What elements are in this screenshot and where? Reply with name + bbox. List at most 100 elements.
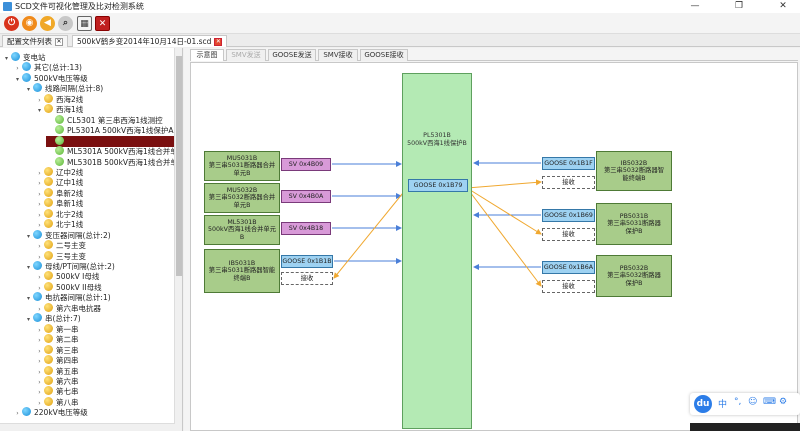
right-device-3[interactable]: PB5032B 第三串5032断路器保护B	[596, 255, 672, 297]
tree-item-label: ML5301A 500kV西海1线合并单	[67, 147, 178, 157]
tree-item[interactable]: ML5301B 500kV西海1线合并单	[46, 156, 178, 168]
close-button[interactable]: ✕	[768, 0, 798, 13]
tree-item-label: 阜新1线	[56, 199, 84, 209]
recv-port-right-1[interactable]: 接收	[542, 176, 595, 189]
minimize-button[interactable]: —	[680, 0, 710, 13]
emoji-icon[interactable]: ☺	[748, 397, 757, 407]
maximize-button[interactable]: ❐	[724, 0, 754, 13]
tree-item[interactable]: › 第六串电抗器	[35, 302, 101, 314]
sv-port-2[interactable]: SV 0x4B0A	[281, 190, 331, 203]
tree-item[interactable]: PL5301A 500kV西海1线保护A	[46, 125, 174, 136]
goose-port-right-2[interactable]: GOOSE 0x1B69	[542, 209, 595, 222]
tree-item[interactable]: › 其它(总计:13)	[13, 62, 82, 73]
right-device-2[interactable]: PB5031B 第三串5031断路器保护B	[596, 203, 672, 245]
chevron-down-icon[interactable]: ▾	[24, 293, 33, 304]
tab-config-list[interactable]: 配置文件列表 ✕	[2, 35, 68, 47]
tab-diagram[interactable]: 示意图	[190, 49, 224, 61]
tree-item[interactable]: ▾ 变电站	[2, 52, 46, 63]
tree-item[interactable]: › 辽中1线	[35, 177, 83, 188]
chevron-down-icon[interactable]: ▾	[24, 84, 33, 95]
tree-item[interactable]: › 第一串	[35, 323, 79, 335]
ime-logo-icon[interactable]: du	[694, 395, 712, 413]
tree-item[interactable]: › 西海2线	[35, 93, 83, 105]
chevron-down-icon[interactable]: ▾	[24, 314, 33, 325]
recv-port-left-4[interactable]: 接收	[281, 272, 333, 285]
tree-item[interactable]: › 500kV I母线	[35, 271, 99, 282]
scrollbar-thumb[interactable]	[176, 56, 182, 276]
close-icon[interactable]: ✕	[55, 38, 63, 46]
center-device[interactable]: PL5301B 500kV西海1线保护B GOOSE 0x1B79	[402, 73, 472, 429]
tree-item[interactable]: › 第二串	[35, 334, 79, 345]
back-icon[interactable]: ◀	[40, 16, 55, 31]
left-device-3[interactable]: ML5301B 500kV西海1线合并单元B	[204, 215, 280, 245]
chevron-right-icon[interactable]: ›	[13, 408, 22, 419]
tree-item[interactable]: › 第七串	[35, 386, 79, 397]
tree-item[interactable]: ▾ 线路间隔(总计:8)	[24, 83, 103, 94]
tree-item[interactable]: › 第五串	[35, 365, 79, 377]
yellow-node-icon	[44, 104, 53, 114]
tree-item[interactable]: ▾ 串(总计:7)	[24, 313, 81, 324]
goose-port-left-4[interactable]: GOOSE 0x1B1B	[281, 255, 333, 268]
detail-panel: 示意图 SMV发送 GOOSE发送 SMV接收 GOOSE接收 PL5301B …	[184, 48, 800, 431]
left-device-4[interactable]: IB5031B 第三串5031断路器智能终端B	[204, 249, 280, 293]
tab-goose-recv[interactable]: GOOSE接收	[360, 49, 408, 61]
tree-item[interactable]: ▾ 西海1线	[35, 104, 83, 115]
vertical-scrollbar[interactable]	[174, 48, 182, 431]
settings-icon[interactable]: ⚙	[779, 397, 787, 407]
sv-port-1[interactable]: SV 0x4B09	[281, 158, 331, 171]
tree-item[interactable]: › 第八串	[35, 396, 79, 408]
tree-item[interactable]: › 二号主变	[35, 240, 86, 251]
tree-item[interactable]: › 阜新1线	[35, 198, 83, 209]
left-device-1[interactable]: MU5031B 第三串5031断路器合并单元B	[204, 151, 280, 181]
tree-item[interactable]: › 第四串	[35, 355, 79, 366]
center-goose-port[interactable]: GOOSE 0x1B79	[408, 179, 468, 192]
chevron-down-icon[interactable]: ▾	[13, 74, 22, 85]
excel-icon[interactable]: ✕	[95, 16, 110, 31]
goose-port-right-3[interactable]: GOOSE 0x1B6A	[542, 261, 595, 274]
tree-item[interactable]: › 第六串	[35, 375, 79, 387]
tab-smv-send[interactable]: SMV发送	[226, 49, 266, 61]
chevron-down-icon[interactable]: ▾	[24, 262, 33, 273]
calendar-icon[interactable]: ▦	[77, 16, 92, 31]
app-window: SCD文件可视化管理及比对检测系统 — ❐ ✕ ⏻ ◉ ◀ ⌕ ▦ ✕ 配置文件…	[0, 0, 800, 431]
recv-port-right-3[interactable]: 接收	[542, 280, 595, 293]
tree-item[interactable]: › 北宁1线	[35, 219, 83, 230]
tab-goose-send[interactable]: GOOSE发送	[268, 49, 316, 61]
tree-item[interactable]: › 阜新2线	[35, 187, 83, 199]
goose-port-right-1[interactable]: GOOSE 0x1B1F	[542, 157, 595, 170]
sv-port-3[interactable]: SV 0x4B18	[281, 222, 331, 235]
chevron-down-icon[interactable]: ▾	[35, 105, 44, 116]
tree-item[interactable]: ML5301A 500kV西海1线合并单	[46, 146, 178, 157]
left-device-2[interactable]: MU5032B 第三串5032断路器合并单元B	[204, 183, 280, 213]
tab-scd-file[interactable]: 500kV鹤乡变2014年10月14日-01.scd ✕	[72, 35, 228, 47]
tree-item[interactable]: ▾ 500kV电压等级	[13, 72, 88, 85]
tree-item[interactable]: ▾ 电抗器间隔(总计:1)	[24, 292, 111, 303]
tree-item[interactable]: CL5301 第三串西海1线测控	[46, 114, 163, 126]
tree-item[interactable]: › 北宁2线	[35, 208, 83, 220]
horizontal-scrollbar[interactable]	[0, 423, 175, 431]
device-name: 第三串5032断路器保护B	[607, 272, 661, 287]
keyboard-icon[interactable]: ⌨	[763, 397, 776, 407]
tree-item[interactable]: › 220kV电压等级	[13, 407, 88, 418]
tree-item[interactable]: › 辽中2线	[35, 166, 83, 178]
tab-smv-recv[interactable]: SMV接收	[318, 49, 358, 61]
exit-icon[interactable]: ⏻	[4, 16, 19, 31]
search-icon[interactable]: ⌕	[58, 16, 73, 31]
goose-out-right-2	[466, 187, 542, 235]
right-device-1[interactable]: IB5032B 第三串5032断路器智能终端B	[596, 151, 672, 191]
blue-node-icon	[33, 83, 42, 93]
tree-item[interactable]: › 三号主变	[35, 250, 86, 262]
recv-port-right-2[interactable]: 接收	[542, 228, 595, 241]
close-icon[interactable]: ✕	[214, 38, 223, 46]
tree-item[interactable]: ▾ 变压器间隔(总计:2)	[24, 229, 111, 242]
punctuation-icon[interactable]: °,	[734, 397, 741, 407]
tree-item[interactable]: ▾ 母线/PT间隔(总计:2)	[24, 261, 115, 272]
chevron-down-icon[interactable]: ▾	[2, 53, 11, 64]
ime-chinese-mode[interactable]: 中	[718, 397, 727, 410]
yellow-node-icon	[44, 375, 53, 385]
chevron-down-icon[interactable]: ▾	[24, 231, 33, 242]
tree-item[interactable]: › 500kV II母线	[35, 281, 102, 293]
tree-item[interactable]: › 第三串	[35, 344, 79, 356]
open-icon[interactable]: ◉	[22, 16, 37, 31]
tree-item[interactable]	[46, 135, 175, 147]
